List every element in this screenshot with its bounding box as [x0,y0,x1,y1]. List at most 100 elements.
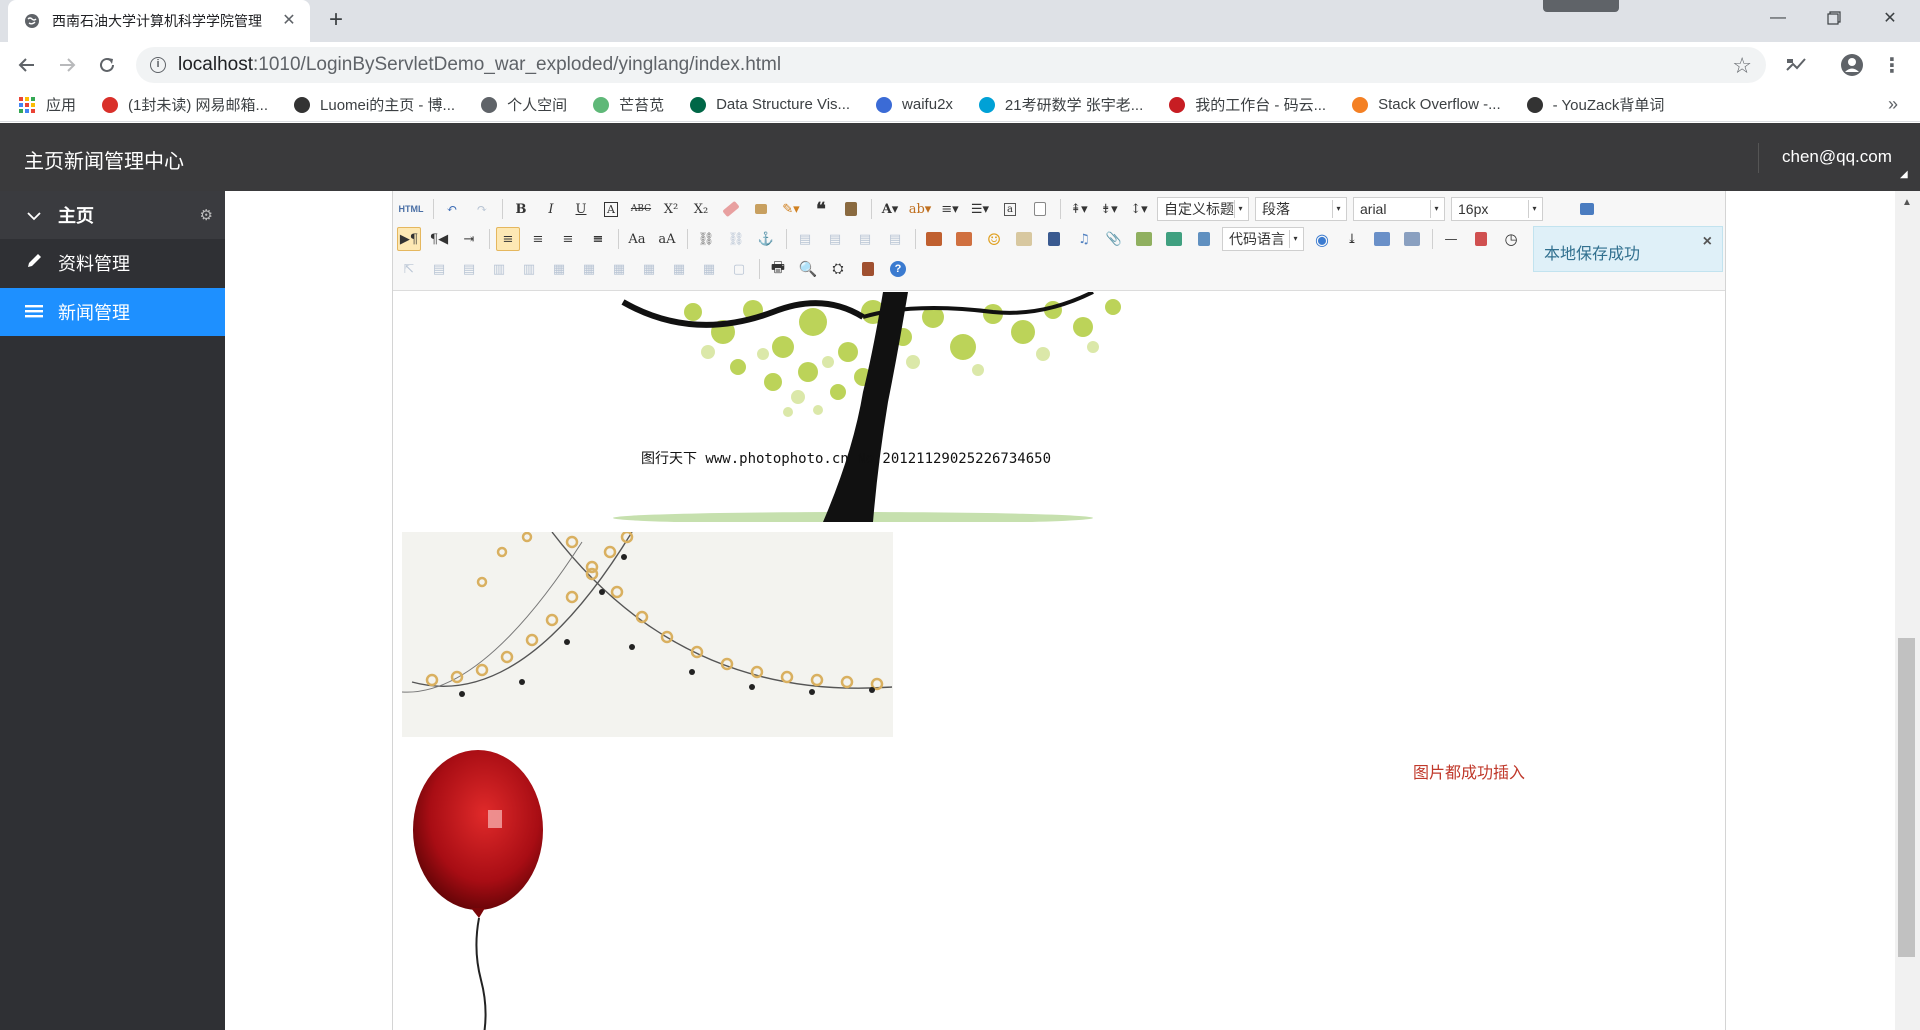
sidebar-item-data-management[interactable]: 资料管理 [0,239,225,287]
page-scrollbar[interactable]: ▲ [1895,191,1920,1030]
font-color-icon[interactable]: A▾ [878,197,902,221]
unlink-icon[interactable]: ⛓ [724,227,748,251]
bookmark-star-icon[interactable]: ☆ [1732,53,1752,79]
simple-upload-icon[interactable] [922,227,946,251]
font-border-icon[interactable]: A [599,197,623,221]
code-language-select[interactable]: 代码语言 ▾ [1222,227,1304,251]
red-balloon-image[interactable] [413,750,563,1030]
search-replace-icon[interactable]: ⛭ [826,257,850,281]
paragraph-select[interactable]: 段落 ▾ [1255,197,1347,221]
image-left-icon[interactable]: ▤ [823,227,847,251]
direction-ltr-icon[interactable]: ▶¶ [397,227,421,251]
font-family-select[interactable]: arial ▾ [1353,197,1445,221]
direction-rtl-icon[interactable]: ¶◀ [427,227,451,251]
strikethrough-icon[interactable]: ABC [629,197,653,221]
horizontal-rule-icon[interactable]: — [1439,227,1463,251]
image-right-icon[interactable]: ▤ [853,227,877,251]
bold-icon[interactable]: B [509,197,533,221]
format-brush-icon[interactable] [749,197,773,221]
custom-style-select[interactable]: 自定义标题 ▾ [1157,197,1249,221]
sidebar-item-news-management[interactable]: 新闻管理 [0,288,225,336]
minimize-icon[interactable]: — [1750,0,1806,36]
bookmark-item[interactable]: waifu2x [876,96,953,113]
insert-frame-icon[interactable] [1192,227,1216,251]
sync-icon[interactable] [1780,50,1812,80]
image-center-icon[interactable]: ▤ [883,227,907,251]
insert-paragraph-before-table-icon[interactable]: ⇱ [397,257,421,281]
drafts-icon[interactable] [856,257,880,281]
browser-tab[interactable]: 西南石油大学计算机科学学院管理 ✕ [8,0,310,42]
merge-down-icon[interactable]: ▦ [607,257,631,281]
blockquote-icon[interactable]: ❝ [809,197,833,221]
bookmark-item[interactable]: 应用 [18,94,76,115]
select-all-icon[interactable]: a [998,197,1022,221]
insert-image-icon[interactable] [952,227,976,251]
brand-title[interactable]: 主页新闻管理中心 [24,145,184,174]
align-left-icon[interactable]: ≡ [496,227,520,251]
music-icon[interactable]: ♫ [1072,227,1096,251]
line-height-icon[interactable]: ↕▾ [1127,197,1151,221]
forward-icon[interactable] [52,50,82,80]
paste-text-icon[interactable] [839,197,863,221]
underline-icon[interactable]: U [569,197,593,221]
insert-video-icon[interactable] [1042,227,1066,251]
close-tab-icon[interactable]: ✕ [280,12,298,30]
bookmark-item[interactable]: 个人空间 [481,94,567,115]
bookmark-item[interactable]: Luomei的主页 - 博... [294,94,455,115]
scroll-thumb[interactable] [1898,638,1915,957]
insert-row-icon[interactable]: ▤ [427,257,451,281]
delete-row-icon[interactable]: ▤ [457,257,481,281]
bookmark-item[interactable]: 我的工作台 - 码云... [1169,94,1326,115]
new-tab-button[interactable]: + [322,8,350,33]
image-none-icon[interactable]: ▤ [793,227,817,251]
bookmark-item[interactable]: 芒苔苋 [593,94,664,115]
print-icon[interactable]: 🖶 [766,257,790,281]
template-icon[interactable] [1370,227,1394,251]
align-right-icon[interactable]: ≡ [556,227,580,251]
account-icon[interactable] [1836,50,1868,80]
close-window-icon[interactable]: ✕ [1862,0,1918,36]
html-source-button[interactable]: HTML [397,197,425,221]
undo-icon[interactable]: ↶ [440,197,464,221]
emotion-icon[interactable]: ☺ [982,227,1006,251]
chart-icon[interactable]: ▢ [727,257,751,281]
split-to-cols-icon[interactable]: ▦ [697,257,721,281]
split-to-cells-icon[interactable]: ▦ [637,257,661,281]
split-to-rows-icon[interactable]: ▦ [667,257,691,281]
ordered-list-icon[interactable]: ≡▾ [938,197,962,221]
clear-doc-icon[interactable] [1028,197,1052,221]
align-center-icon[interactable]: ≡ [526,227,550,251]
string-lights-image[interactable] [401,530,893,737]
align-justify-icon[interactable]: ≡ [586,227,610,251]
back-icon[interactable] [12,50,42,80]
unordered-list-icon[interactable]: ☰▾ [968,197,992,221]
time-icon[interactable]: ◷ [1499,227,1523,251]
user-menu[interactable]: chen@qq.com [1782,147,1892,167]
reload-icon[interactable] [92,50,122,80]
address-bar[interactable]: i localhost:1010/LoginByServletDemo_war_… [136,47,1766,83]
merge-cells-icon[interactable]: ▦ [547,257,571,281]
scroll-up-icon[interactable]: ▲ [1902,197,1912,208]
to-uppercase-icon[interactable]: Aa [625,227,649,251]
italic-icon[interactable]: I [539,197,563,221]
bookmark-item[interactable]: - YouZack背单词 [1526,94,1664,115]
help-icon[interactable]: ? [886,257,910,281]
font-size-select[interactable]: 16px ▾ [1451,197,1543,221]
menu-kebab-icon[interactable]: ⋮ [1876,50,1908,80]
link-icon[interactable]: ⛓ [694,227,718,251]
delete-col-icon[interactable]: ▥ [517,257,541,281]
google-map-icon[interactable] [1162,227,1186,251]
sidebar-item-home[interactable]: 主页 ⚙ [0,191,225,239]
tree-image[interactable]: 图行天下 www.photophoto.cn No.20121129025226… [393,292,1725,524]
row-spacing-bottom-icon[interactable]: ⇟▾ [1097,197,1121,221]
insert-col-icon[interactable]: ▥ [487,257,511,281]
info-icon[interactable]: i [150,57,166,73]
close-icon[interactable]: × [1703,233,1712,251]
merge-right-icon[interactable]: ▦ [577,257,601,281]
bookmark-item[interactable]: Data Structure Vis... [690,96,850,113]
editor-content-area[interactable]: 图行天下 www.photophoto.cn No.20121129025226… [393,292,1725,1030]
superscript-icon[interactable]: X² [659,197,683,221]
auto-format-icon[interactable]: ✎▾ [779,197,803,221]
bookmark-item[interactable]: Stack Overflow -... [1352,96,1501,113]
bookmark-item[interactable]: (1封未读) 网易邮箱... [102,94,268,115]
